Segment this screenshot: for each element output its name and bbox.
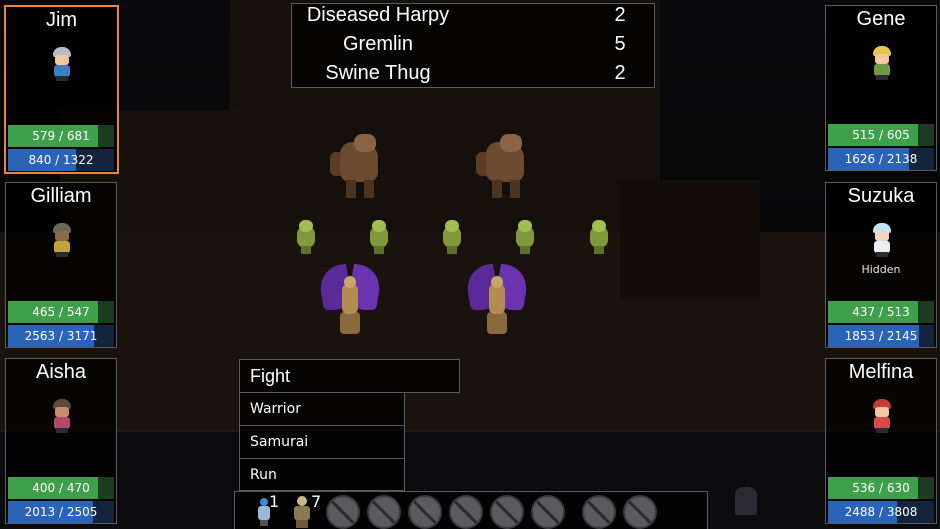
member-portrait bbox=[50, 399, 74, 433]
party-member-gene[interactable]: Gene 515 / 605 1626 / 2138 bbox=[825, 5, 937, 171]
enemy-name: Swine Thug bbox=[325, 62, 431, 84]
item-hotbar: 1 7 bbox=[234, 491, 708, 529]
mp-value: 2563 / 3171 bbox=[24, 329, 98, 343]
party-member-jim[interactable]: Jim 579 / 681 840 / 1322 bbox=[4, 5, 119, 174]
member-name: Melfina bbox=[848, 361, 914, 383]
mp-bar: 2563 / 3171 bbox=[8, 325, 114, 347]
mp-bar: 2013 / 2505 bbox=[8, 501, 114, 523]
enemy-gremlin[interactable] bbox=[512, 220, 538, 254]
enemy-count: 2 bbox=[614, 4, 626, 26]
hp-value: 437 / 513 bbox=[852, 305, 910, 319]
statue-icon bbox=[735, 487, 757, 515]
enemy-gremlin[interactable] bbox=[586, 220, 612, 254]
mp-bar: 2488 / 3808 bbox=[828, 501, 934, 523]
enemy-gremlin[interactable] bbox=[366, 220, 392, 254]
member-name: Suzuka bbox=[847, 185, 915, 207]
hp-bar: 465 / 547 bbox=[8, 301, 114, 323]
hp-bar: 437 / 513 bbox=[828, 301, 934, 323]
hp-value: 579 / 681 bbox=[32, 129, 90, 143]
member-name: Aisha bbox=[35, 361, 87, 383]
member-name: Jim bbox=[45, 9, 78, 31]
mp-value: 1853 / 2145 bbox=[844, 329, 918, 343]
empty-slot-icon[interactable] bbox=[326, 495, 360, 529]
enemy-gremlin[interactable] bbox=[439, 220, 465, 254]
member-status: Hidden bbox=[861, 263, 901, 276]
member-portrait bbox=[870, 223, 894, 257]
hp-value: 536 / 630 bbox=[852, 481, 910, 495]
command-option-warrior[interactable]: Warrior bbox=[240, 393, 404, 426]
hp-bar: 400 / 470 bbox=[8, 477, 114, 499]
hp-bar: 536 / 630 bbox=[828, 477, 934, 499]
hp-bar: 579 / 681 bbox=[8, 125, 114, 147]
item-count: 1 bbox=[269, 492, 280, 511]
command-option-samurai[interactable]: Samurai bbox=[240, 426, 404, 459]
mp-bar: 840 / 1322 bbox=[8, 149, 114, 171]
enemy-swine-thug[interactable] bbox=[476, 134, 536, 204]
mp-bar: 1626 / 2138 bbox=[828, 148, 934, 170]
party-member-aisha[interactable]: Aisha 400 / 470 2013 / 2505 bbox=[5, 358, 117, 524]
party-member-suzuka[interactable]: Suzuka Hidden 437 / 513 1853 / 2145 bbox=[825, 182, 937, 348]
enemy-diseased-harpy[interactable] bbox=[315, 264, 385, 336]
enemy-gremlin[interactable] bbox=[293, 220, 319, 254]
enemy-list-row: Diseased Harpy 2 bbox=[292, 4, 656, 33]
enemy-name: Diseased Harpy bbox=[306, 4, 450, 26]
member-portrait bbox=[50, 47, 74, 81]
enemy-list-row: Swine Thug 2 bbox=[292, 62, 656, 91]
member-portrait bbox=[50, 223, 74, 257]
member-portrait bbox=[870, 46, 894, 80]
enemy-name: Gremlin bbox=[342, 33, 413, 55]
member-name: Gene bbox=[856, 8, 906, 30]
enemy-list-row: Gremlin 5 bbox=[292, 33, 656, 62]
dungeon-floor-right bbox=[620, 180, 760, 300]
mp-value: 1626 / 2138 bbox=[844, 152, 918, 166]
enemy-list-panel: Diseased Harpy 2 Gremlin 5 Swine Thug 2 bbox=[291, 3, 655, 88]
empty-slot-icon[interactable] bbox=[367, 495, 401, 529]
mp-bar: 1853 / 2145 bbox=[828, 325, 934, 347]
party-member-melfina[interactable]: Melfina 536 / 630 2488 / 3808 bbox=[825, 358, 937, 524]
member-name: Gilliam bbox=[30, 185, 92, 207]
item-count: 7 bbox=[311, 492, 322, 511]
enemy-count: 2 bbox=[614, 62, 626, 84]
member-portrait bbox=[870, 399, 894, 433]
command-title: Fight bbox=[239, 359, 460, 393]
mp-value: 2488 / 3808 bbox=[844, 505, 918, 519]
command-menu: Warrior Samurai Run bbox=[239, 392, 405, 491]
hp-value: 400 / 470 bbox=[32, 481, 90, 495]
enemy-diseased-harpy[interactable] bbox=[462, 264, 532, 336]
hp-value: 515 / 605 bbox=[852, 128, 910, 142]
empty-slot-icon[interactable] bbox=[531, 495, 565, 529]
mp-value: 2013 / 2505 bbox=[24, 505, 98, 519]
enemy-swine-thug[interactable] bbox=[330, 134, 390, 204]
empty-slot-icon[interactable] bbox=[449, 495, 483, 529]
mp-value: 840 / 1322 bbox=[28, 153, 94, 167]
empty-slot-icon[interactable] bbox=[582, 495, 616, 529]
party-member-gilliam[interactable]: Gilliam 465 / 547 2563 / 3171 bbox=[5, 182, 117, 348]
hp-value: 465 / 547 bbox=[32, 305, 90, 319]
command-option-run[interactable]: Run bbox=[240, 459, 404, 492]
enemy-count: 5 bbox=[614, 33, 626, 55]
empty-slot-icon[interactable] bbox=[408, 495, 442, 529]
empty-slot-icon[interactable] bbox=[490, 495, 524, 529]
hp-bar: 515 / 605 bbox=[828, 124, 934, 146]
empty-slot-icon[interactable] bbox=[623, 495, 657, 529]
